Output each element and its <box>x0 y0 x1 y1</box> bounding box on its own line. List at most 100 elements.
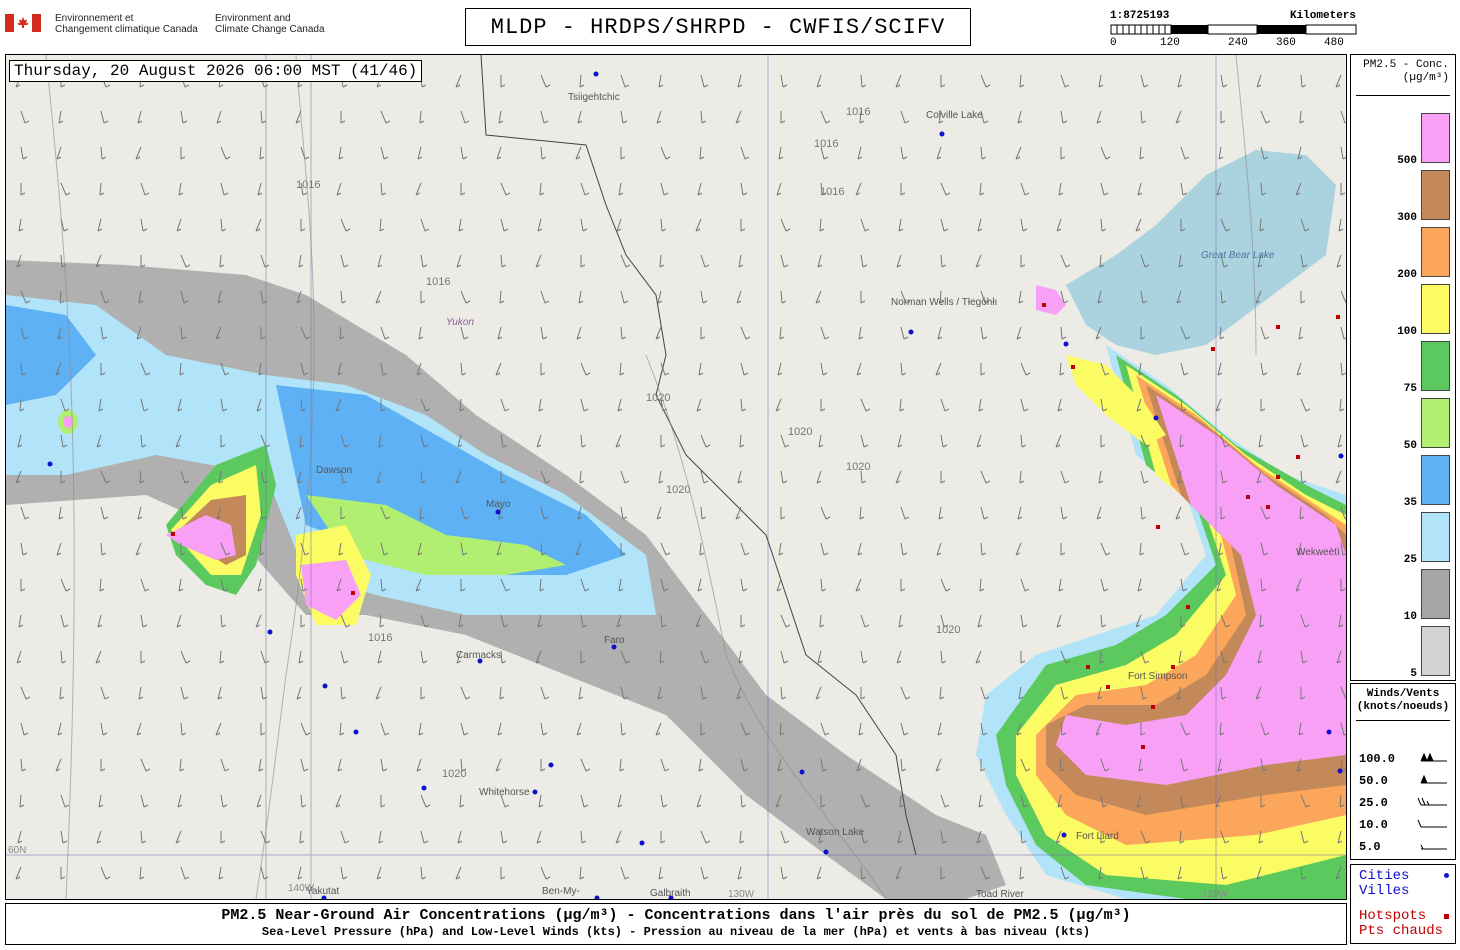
wind-barb-tick <box>261 120 267 124</box>
map-canvas[interactable]: Tsiigehtchic Colville Lake Norman Wells … <box>6 55 1346 899</box>
points-legend: Cities Villes Hotspots Pts chauds <box>1350 864 1456 944</box>
legend-swatch <box>1421 569 1450 619</box>
wind-barb <box>980 506 985 520</box>
wind-barb <box>340 254 345 268</box>
wind-barb <box>1018 290 1022 304</box>
wind-barb <box>980 686 986 700</box>
meridian-label: 120W <box>1202 889 1229 899</box>
wind-barb <box>858 326 862 340</box>
wind-barb <box>898 614 902 628</box>
scale-tick: 360 <box>1276 37 1296 49</box>
wind-barb-tick <box>785 228 791 232</box>
wind-barb <box>420 254 424 268</box>
wind-barb <box>1260 362 1264 376</box>
wind-barb-tick <box>1303 444 1309 448</box>
wind-barb <box>818 434 822 448</box>
scale-tick: 0 <box>1110 37 1117 49</box>
wind-barb-tick <box>900 192 906 196</box>
wind-barb <box>820 110 827 124</box>
wind-barb <box>540 326 544 340</box>
isobar-label: 1020 <box>846 461 870 473</box>
wind-barb <box>738 254 742 268</box>
isobar-label: 1016 <box>820 186 844 198</box>
wind-barb-tick <box>944 408 950 412</box>
legend-swatch <box>1421 284 1450 334</box>
wind-barb <box>700 254 706 268</box>
scale-graphic <box>1110 24 1357 35</box>
wind-barb <box>1098 74 1102 88</box>
isobar-label: 1020 <box>936 624 960 636</box>
wind-barb <box>259 146 262 160</box>
wind-barb-tick <box>420 300 426 304</box>
isobar-label: 1020 <box>788 426 812 438</box>
isobar-label: 1016 <box>426 276 450 288</box>
wind-barb-tick <box>1101 624 1107 628</box>
wind-barb-tick <box>60 84 66 88</box>
place-label: Whitehorse <box>479 787 530 798</box>
wind-barb <box>980 146 983 160</box>
wind-barb <box>338 146 342 160</box>
wind-barb-tick <box>782 84 788 88</box>
wind-barb-tick <box>582 228 588 232</box>
wind-barb <box>1060 326 1063 340</box>
wind-barb <box>900 362 903 376</box>
region-label: Yukon <box>446 317 474 328</box>
wind-barb <box>740 326 747 340</box>
wind-barb-tick <box>300 228 306 232</box>
wind-barb-tick <box>24 120 30 124</box>
wind-barb <box>1298 326 1302 340</box>
wind-barb-tick <box>661 228 667 232</box>
legend-swatch <box>1421 512 1450 562</box>
map-panel[interactable]: Tsiigehtchic Colville Lake Norman Wells … <box>5 54 1347 900</box>
wind-barb-tick <box>665 156 671 160</box>
wind-barb-tick <box>703 480 709 484</box>
wind-barb <box>500 218 505 232</box>
legend-level-label: 75 <box>1403 383 1417 395</box>
wind-barb-tick <box>821 588 827 592</box>
wind-barb <box>1100 218 1103 232</box>
isobar-label: 1020 <box>666 484 690 496</box>
wind-barb-tick <box>1300 300 1306 304</box>
wind-barb-tick <box>624 480 630 484</box>
wind-barb <box>140 218 144 232</box>
wind-barb <box>980 470 987 484</box>
wind-barb-tick <box>824 336 830 340</box>
wind-barb <box>460 290 467 304</box>
wind-barb <box>900 758 903 772</box>
wind-barb-tick <box>902 156 908 160</box>
wind-barb-tick <box>744 156 750 160</box>
cities-legend-label: Cities Villes <box>1359 868 1410 899</box>
parallel-label: 60N <box>8 845 26 856</box>
wind-barb <box>820 722 826 736</box>
wind-barb <box>1180 362 1185 376</box>
wind-barb-tick <box>500 84 506 88</box>
wind-barb-tick <box>584 192 590 196</box>
legend-level-label: 50 <box>1403 440 1417 452</box>
wind-barb-tick <box>544 300 550 304</box>
wind-barb <box>1340 290 1346 304</box>
wind-barb <box>979 578 982 592</box>
wind-barb <box>819 614 822 628</box>
wind-barb <box>700 434 707 448</box>
wind-barb-tick <box>1184 156 1190 160</box>
wind-barb <box>940 794 946 808</box>
wind-barb-tick <box>783 660 789 664</box>
wind-barb <box>940 254 943 268</box>
wind-barb-tick <box>105 84 111 88</box>
wind-barb <box>1140 506 1143 520</box>
wind-barb-tick <box>705 444 711 448</box>
wind-barb <box>940 650 943 664</box>
wind-barb <box>100 110 105 124</box>
wind-barb <box>1060 254 1067 268</box>
wind-barb <box>620 470 626 484</box>
wind-barb-tick <box>781 696 787 700</box>
wind-barb <box>540 146 543 160</box>
wind-barb <box>1020 398 1025 412</box>
wind-barb <box>419 110 422 124</box>
wind-barb-tick <box>1060 552 1066 556</box>
wind-barb <box>978 794 982 808</box>
wind-barb-tick <box>543 120 549 124</box>
wind-barb <box>940 218 945 232</box>
legend-level-label: 500 <box>1397 155 1417 167</box>
wind-barb-tick <box>1143 480 1149 484</box>
